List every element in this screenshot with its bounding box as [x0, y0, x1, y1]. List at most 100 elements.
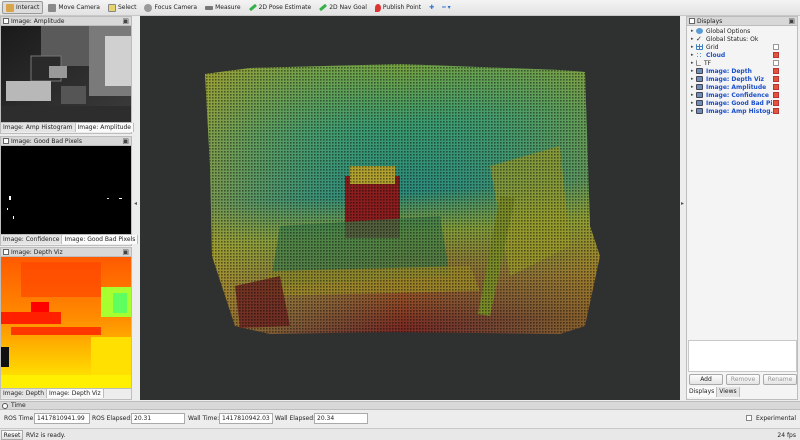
- display-item-global-status[interactable]: ▸ ✓ Global Status: Ok: [687, 35, 797, 43]
- tab-views[interactable]: Views: [717, 387, 740, 397]
- image-amp-histogram-checkbox[interactable]: [773, 108, 779, 114]
- displays-icon: [689, 18, 695, 24]
- image-depth-viz-checkbox[interactable]: [773, 76, 779, 82]
- image-icon: [696, 84, 703, 90]
- interact-tool-button[interactable]: Interact: [2, 1, 44, 14]
- displays-title-bar: Displays ▣: [687, 17, 797, 26]
- plus-icon: ✚: [429, 4, 435, 11]
- measure-icon: [205, 5, 214, 10]
- toolbar: Interact Move Camera Select Focus Camera…: [0, 0, 800, 16]
- tab-amp-histogram[interactable]: Image: Amp Histogram: [1, 123, 76, 132]
- display-item-image-amp-histogram[interactable]: ▸ Image: Amp Histog...: [687, 107, 797, 115]
- reset-button[interactable]: Reset: [1, 430, 23, 440]
- remove-display-button[interactable]: Remove: [726, 374, 760, 385]
- wall-time-field[interactable]: 1417810942.03: [219, 413, 273, 424]
- focus-camera-tool-button[interactable]: Focus Camera: [141, 1, 200, 14]
- close-icon[interactable]: ▣: [122, 137, 129, 146]
- display-tree: ▸ Global Options ▸ ✓ Global Status: Ok ▸ Gri…: [687, 26, 797, 115]
- image-icon: [696, 68, 703, 74]
- amplitude-image: [1, 26, 131, 122]
- image-icon: [3, 138, 9, 144]
- display-item-grid[interactable]: ▸ Grid: [687, 43, 797, 51]
- publish-point-tool-button[interactable]: Publish Point: [372, 1, 424, 14]
- good-bad-pixels-image: [1, 146, 131, 234]
- image-icon: [3, 18, 9, 24]
- ros-elapsed-field[interactable]: 20.31: [131, 413, 185, 424]
- depth-viz-panel-tabs: Image: Depth Image: Depth Viz: [1, 388, 131, 398]
- move-camera-tool-button[interactable]: Move Camera: [45, 1, 103, 14]
- display-item-image-depth-viz[interactable]: ▸ Image: Depth Viz: [687, 75, 797, 83]
- ros-time-field[interactable]: 1417810941.99: [34, 413, 90, 424]
- close-icon[interactable]: ▣: [122, 248, 129, 257]
- focus-camera-icon: [144, 3, 153, 12]
- image-depth-checkbox[interactable]: [773, 68, 779, 74]
- experimental-label: Experimental: [756, 415, 797, 422]
- publish-point-icon: [374, 3, 381, 12]
- select-icon: [107, 3, 116, 12]
- rename-display-button[interactable]: Rename: [763, 374, 797, 385]
- image-amplitude-checkbox[interactable]: [773, 84, 779, 90]
- nav-goal-icon: [319, 3, 328, 12]
- grid-icon: [696, 44, 703, 50]
- add-display-button[interactable]: Add: [689, 374, 723, 385]
- display-item-tf[interactable]: ▸ TF: [687, 59, 797, 67]
- image-icon: [696, 108, 703, 114]
- point-cloud: [205, 64, 600, 334]
- measure-tool-button[interactable]: Measure: [202, 1, 244, 14]
- collapse-left-arrow-icon[interactable]: ◂: [134, 200, 137, 207]
- tab-depth[interactable]: Image: Depth: [1, 389, 47, 398]
- image-good-bad-pixels-checkbox[interactable]: [773, 100, 779, 106]
- tab-amplitude[interactable]: Image: Amplitude: [75, 123, 134, 132]
- image-confidence-checkbox[interactable]: [773, 92, 779, 98]
- status-ok-icon: ✓: [696, 35, 702, 43]
- display-item-global-options[interactable]: ▸ Global Options: [687, 27, 797, 35]
- grid-checkbox[interactable]: [773, 44, 779, 50]
- amplitude-panel: Image: Amplitude ▣ Image: Amp Histogram …: [0, 16, 134, 134]
- cloud-checkbox[interactable]: [773, 52, 779, 58]
- interact-icon: [6, 3, 14, 12]
- wall-time-label: Wall Time:: [188, 415, 220, 422]
- tab-good-bad-pixels[interactable]: Image: Good Bad Pixels: [62, 235, 139, 244]
- collapse-right-arrow-icon[interactable]: ▸: [681, 200, 684, 207]
- pose-estimate-tool-button[interactable]: 2D Pose Estimate: [246, 1, 315, 14]
- image-icon: [696, 100, 703, 106]
- display-item-cloud[interactable]: ▸ Cloud: [687, 51, 797, 59]
- tf-checkbox[interactable]: [773, 60, 779, 66]
- nav-goal-tool-button[interactable]: 2D Nav Goal: [316, 1, 370, 14]
- clock-icon: [2, 402, 8, 409]
- tf-icon: [696, 60, 701, 66]
- panel-title-bar: Image: Amplitude ▣: [1, 17, 131, 26]
- global-options-icon: [696, 28, 703, 34]
- experimental-checkbox[interactable]: [746, 415, 752, 421]
- amplitude-panel-tabs: Image: Amp Histogram Image: Amplitude: [1, 122, 134, 132]
- tab-depth-viz[interactable]: Image: Depth Viz: [47, 389, 104, 398]
- display-properties-area: [688, 340, 797, 372]
- display-item-image-good-bad-pixels[interactable]: ▸ Image: Good Bad Pi...: [687, 99, 797, 107]
- close-icon[interactable]: ▣: [788, 17, 795, 26]
- fps-readout: 24 fps: [777, 432, 796, 439]
- tab-confidence[interactable]: Image: Confidence: [1, 235, 63, 244]
- image-icon: [696, 92, 703, 98]
- close-icon[interactable]: ▣: [122, 17, 129, 26]
- good-bad-pixels-panel: Image: Good Bad Pixels ▣ Image: Confiden…: [0, 136, 139, 246]
- display-item-image-amplitude[interactable]: ▸ Image: Amplitude: [687, 83, 797, 91]
- display-item-image-confidence[interactable]: ▸ Image: Confidence: [687, 91, 797, 99]
- status-message: RViz is ready.: [26, 432, 66, 439]
- add-tool-button[interactable]: ✚: [426, 1, 437, 14]
- panel-title-bar: Image: Depth Viz ▣: [1, 248, 131, 257]
- dropdown-icon: ━ ▾: [442, 4, 451, 11]
- select-tool-button[interactable]: Select: [105, 1, 140, 14]
- display-item-image-depth[interactable]: ▸ Image: Depth: [687, 67, 797, 75]
- wall-elapsed-field[interactable]: 20.34: [314, 413, 368, 424]
- pose-estimate-icon: [248, 3, 257, 12]
- cloud-icon: [696, 52, 703, 58]
- tool-menu-button[interactable]: ━ ▾: [439, 1, 454, 14]
- image-icon: [696, 76, 703, 82]
- ros-time-label: ROS Time:: [4, 415, 36, 422]
- panel-title-bar: Image: Good Bad Pixels ▣: [1, 137, 131, 146]
- status-bar: Reset RViz is ready. 24 fps: [0, 428, 800, 440]
- image-icon: [3, 249, 9, 255]
- tab-displays[interactable]: Displays: [687, 387, 718, 397]
- ros-elapsed-label: ROS Elapsed:: [92, 415, 133, 422]
- 3d-viewport[interactable]: [140, 16, 680, 400]
